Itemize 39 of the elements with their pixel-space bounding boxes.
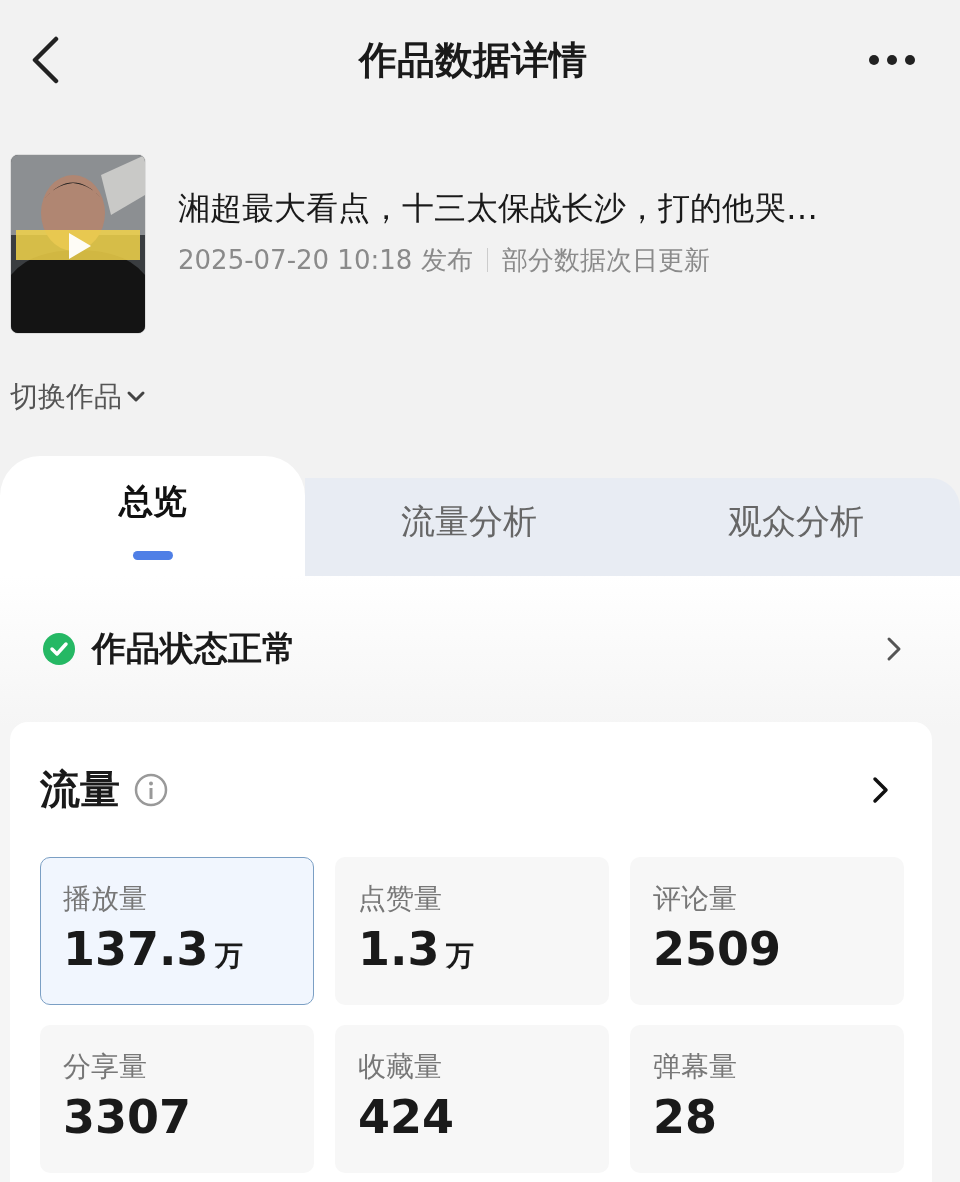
chevron-right-icon [886,636,902,662]
metric-tile[interactable]: 播放量 137.3 万 [40,857,314,1005]
metric-label: 弹幕量 [653,1049,738,1085]
metric-tile[interactable]: 评论量 2509 [630,857,904,1005]
status-row[interactable]: 作品状态正常 [10,576,932,722]
metric-value: 137.3 [63,922,209,976]
info-icon[interactable] [134,772,168,807]
metric-value: 28 [653,1090,717,1144]
more-icon[interactable] [868,54,916,66]
metric-value: 1.3 [358,922,440,976]
metric-tile[interactable]: 点赞量 1.3 万 [335,857,609,1005]
chevron-right-icon[interactable] [872,775,890,804]
metric-label: 评论量 [653,881,738,917]
metric-unit: 万 [445,938,474,974]
status-label: 作品状态正常 [92,627,296,670]
page-title: 作品数据详情 [359,36,587,84]
tab[interactable]: 总览 [0,456,305,576]
update-note: 部分数据次日更新 [501,243,710,277]
check-circle-icon [42,632,76,666]
metric-value: 424 [358,1090,455,1144]
metric-tile[interactable]: 分享量 3307 [40,1025,314,1173]
publish-time: 2025-07-20 10:18 发布 [178,243,473,277]
metric-tile[interactable]: 收藏量 424 [335,1025,609,1173]
metric-label: 点赞量 [358,881,443,917]
tab[interactable]: 流量分析 [305,478,633,576]
tab[interactable]: 观众分析 [632,478,960,576]
back-icon[interactable] [30,36,60,84]
metric-value: 3307 [63,1090,192,1144]
section-title: 流量 [40,765,120,814]
metric-label: 播放量 [63,881,148,917]
metric-label: 收藏量 [358,1049,443,1085]
chevron-down-icon [126,390,146,404]
video-title: 湘超最大看点，十三太保战长沙，打的他哭… [178,187,818,229]
metric-tile[interactable]: 弹幕量 28 [630,1025,904,1173]
switch-work-button[interactable]: 切换作品 [10,378,146,416]
metric-unit: 万 [214,938,243,974]
metric-value: 2509 [653,922,782,976]
play-icon[interactable] [67,231,93,261]
metric-label: 分享量 [63,1049,148,1085]
